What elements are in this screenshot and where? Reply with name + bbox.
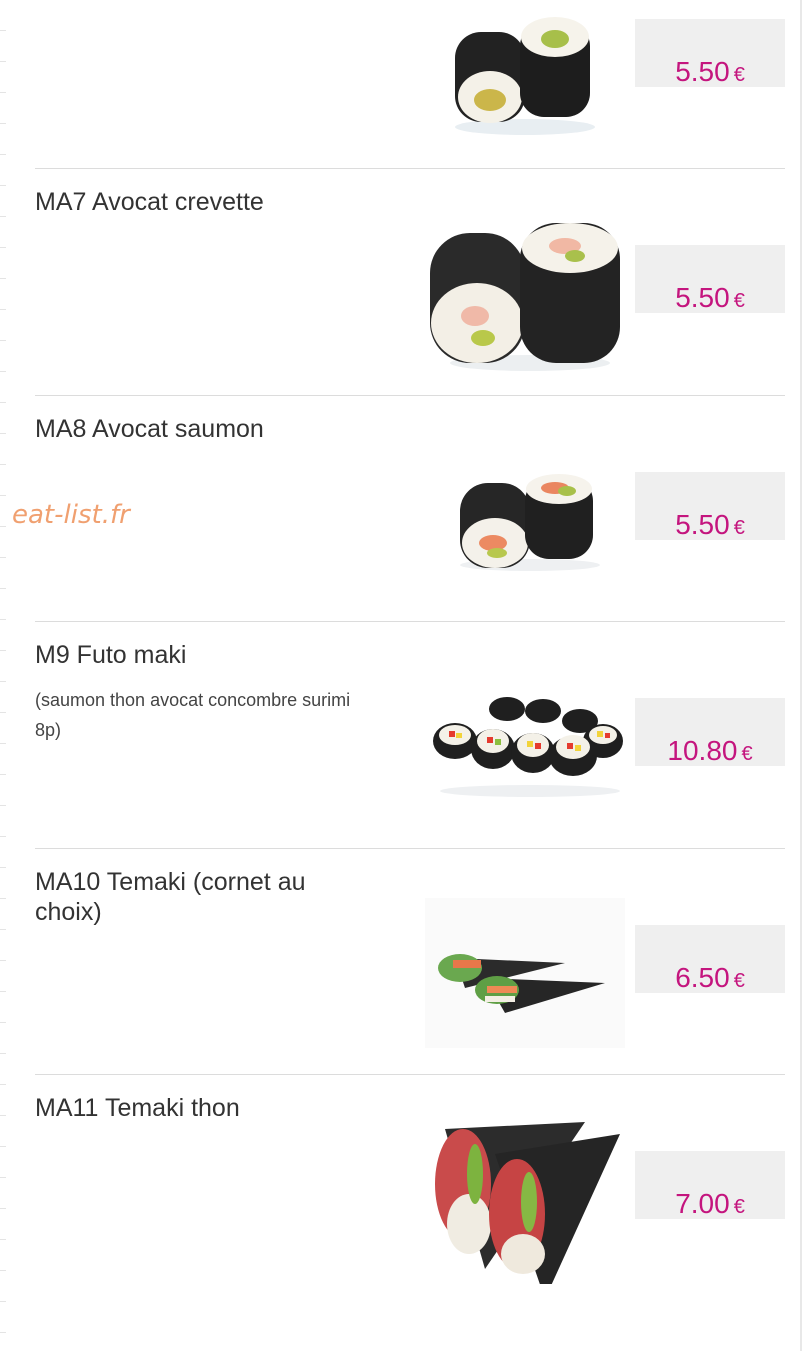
currency-symbol: € [741,743,753,765]
currency-symbol: € [733,970,745,992]
page-ruler [0,0,6,1351]
price: 7.00 € [675,1188,745,1219]
price: 5.50 € [675,509,745,540]
price-box: 5.50 € [635,245,785,313]
menu-item[interactable]: MA7 Avocat crevette 5.50 € [35,168,785,395]
price-box: 5.50 € [635,472,785,540]
item-description: (saumon thon avocat concombre surimi 8p) [35,690,351,740]
item-divider [35,168,785,169]
menu-item[interactable]: MA10 Temaki (cornet au choix) 6.50 € [35,848,785,1075]
currency-symbol: € [733,517,745,539]
price: 5.50 € [675,56,745,87]
futo-maki-image [425,641,625,831]
maki-roll-image [425,0,625,152]
item-divider [35,848,785,849]
temaki-cone-image [425,868,625,1058]
price-box: 5.50 € [635,19,785,87]
menu-item[interactable]: M9 Futo maki (saumon thon avocat concomb… [35,621,785,848]
item-name: MA10 Temaki (cornet au choix) [35,868,306,926]
avocado-salmon-maki-image [425,415,625,605]
avocado-shrimp-maki-image [425,188,625,378]
price: 10.80 € [667,735,753,766]
page-scroll-edge [800,0,802,1351]
item-name: MA7 Avocat crevette [35,188,264,216]
currency-symbol: € [733,290,745,312]
menu-item[interactable]: 5.50 € [35,0,785,169]
item-name: MA11 Temaki thon [35,1094,240,1122]
watermark: eat-list.fr [12,500,130,530]
tuna-temaki-image [425,1094,625,1284]
price: 6.50 € [675,962,745,993]
item-name: MA8 Avocat saumon [35,415,264,443]
currency-symbol: € [733,1196,745,1218]
price-box: 7.00 € [635,1151,785,1219]
item-name: M9 Futo maki [35,641,187,669]
item-divider [35,1074,785,1075]
price-box: 6.50 € [635,925,785,993]
menu-item[interactable]: MA11 Temaki thon 7.00 € [35,1074,785,1301]
price-box: 10.80 € [635,698,785,766]
currency-symbol: € [733,64,745,86]
item-divider [35,395,785,396]
menu-item[interactable]: MA8 Avocat saumon 5.50 € [35,395,785,622]
price: 5.50 € [675,282,745,313]
item-divider [35,621,785,622]
